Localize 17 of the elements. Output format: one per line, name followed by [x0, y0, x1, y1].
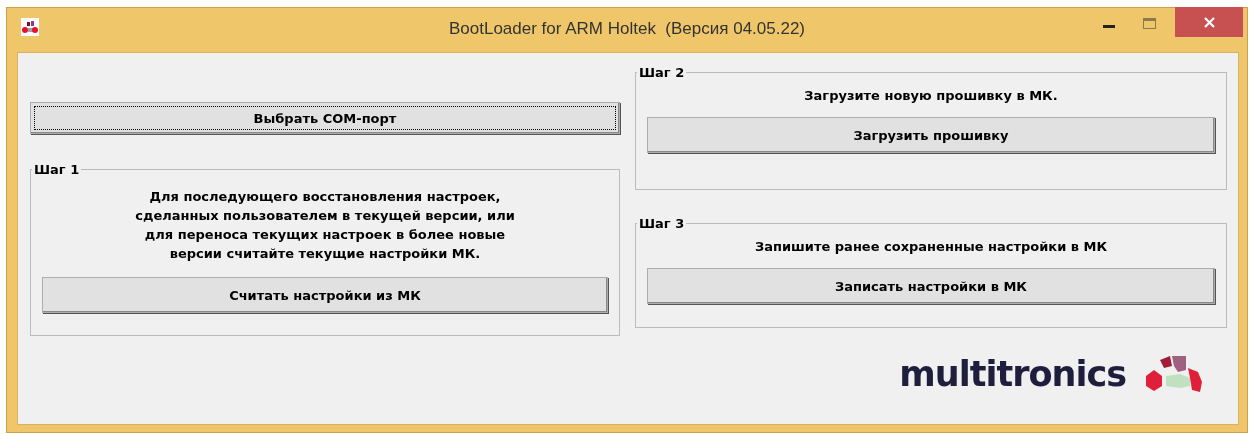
step-instructions: Для последующего восстановления настроек, сделанных пользователем в текущей версии, или для переноса текущих настроек в более новые версии считайте текущие настройки МК. — [134, 188, 516, 263]
close-button[interactable] — [1175, 7, 1243, 37]
minimize-icon — [1103, 24, 1115, 28]
maximize-icon — [1142, 17, 1156, 29]
step-instructions: Запишите ранее сохраненные настройки в МК — [753, 238, 1109, 256]
group-legend: Шаг 2 — [637, 65, 687, 80]
close-icon — [1203, 16, 1215, 28]
step-button[interactable]: Загрузить прошивку — [647, 117, 1215, 153]
app-icon — [21, 18, 39, 36]
step-button[interactable]: Записать настройки в МК — [647, 268, 1215, 304]
step-button[interactable]: Считать настройки из МК — [42, 277, 608, 313]
brand-name: multitronics — [899, 354, 1126, 394]
group-legend: Шаг 1 — [32, 162, 82, 177]
group-legend: Шаг 3 — [637, 216, 687, 231]
window-title: BootLoader for ARM Holtek (Версия 04.05.22) — [447, 19, 807, 39]
step-instructions: Загрузите новую прошивку в МК. — [803, 87, 1059, 105]
com-port-button[interactable]: Выбрать COM-порт — [30, 102, 620, 134]
